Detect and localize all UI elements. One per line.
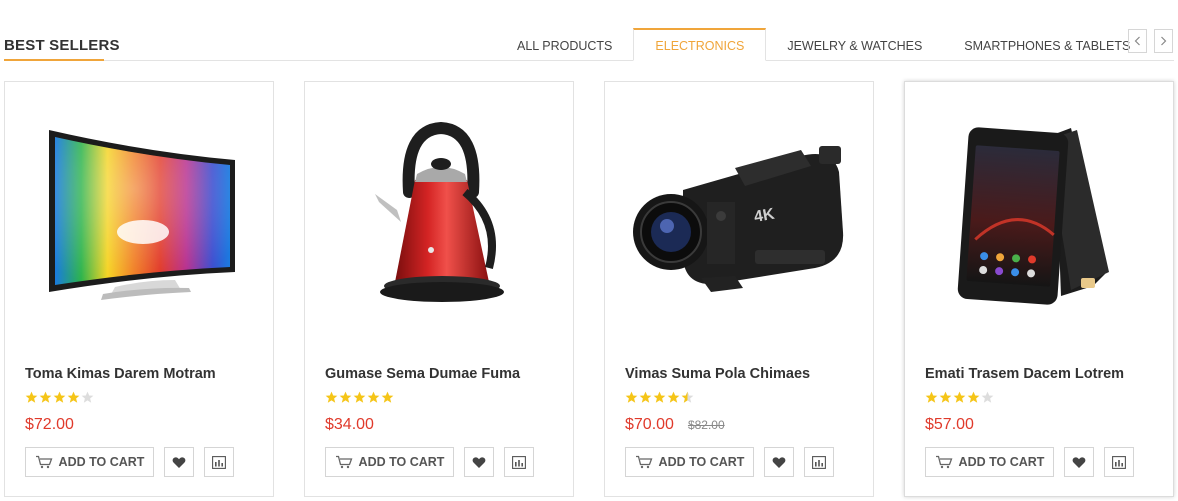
add-to-cart-label: ADD TO CART	[358, 455, 445, 469]
add-to-cart-label: ADD TO CART	[58, 455, 145, 469]
star-half-icon	[681, 391, 694, 403]
star-icon	[967, 391, 980, 403]
star-icon	[667, 391, 680, 403]
star-icon	[53, 391, 66, 403]
product-actions: ADD TO CART	[625, 447, 834, 477]
heart-icon	[1072, 456, 1086, 468]
star-icon	[339, 391, 352, 403]
star-icon	[25, 391, 38, 403]
prev-button[interactable]	[1128, 29, 1147, 53]
wishlist-button[interactable]	[464, 447, 494, 477]
star-icon	[353, 391, 366, 403]
category-tabs: ALL PRODUCTS ELECTRONICS JEWELRY & WATCH…	[496, 28, 1151, 61]
product-rating	[925, 391, 994, 404]
tab-jewelry-watches[interactable]: JEWELRY & WATCHES	[766, 28, 943, 61]
compare-button[interactable]	[804, 447, 834, 477]
star-icon	[381, 391, 394, 403]
star-empty-icon	[81, 391, 94, 403]
price-row: $70.00 $82.00	[625, 416, 725, 434]
star-icon	[625, 391, 638, 403]
product-card[interactable]: Toma Kimas Darem Motram $72.00 ADD TO CA…	[4, 81, 274, 497]
star-icon	[925, 391, 938, 403]
star-icon	[653, 391, 666, 403]
section-header: BEST SELLERS ALL PRODUCTS ELECTRONICS JE…	[0, 0, 1178, 62]
chevron-right-icon	[1161, 36, 1167, 46]
product-image-camcorder[interactable]: 4K	[605, 82, 873, 342]
product-image-kettle[interactable]	[305, 82, 573, 342]
price-row: $57.00	[925, 416, 974, 434]
heart-icon	[172, 456, 186, 468]
bar-chart-icon	[512, 455, 526, 469]
product-name[interactable]: Vimas Suma Pola Chimaes	[625, 366, 810, 382]
product-price: $72.00	[25, 416, 74, 433]
product-actions: ADD TO CART	[325, 447, 534, 477]
add-to-cart-label: ADD TO CART	[658, 455, 745, 469]
cart-icon	[35, 455, 52, 469]
product-card[interactable]: 4K Vimas Suma Pola Chimaes $70.00 $82.00…	[604, 81, 874, 497]
star-icon	[325, 391, 338, 403]
wishlist-button[interactable]	[1064, 447, 1094, 477]
next-button[interactable]	[1154, 29, 1173, 53]
product-name[interactable]: Gumase Sema Dumae Fuma	[325, 366, 520, 382]
star-icon	[639, 391, 652, 403]
product-rating	[325, 391, 394, 404]
price-row: $34.00	[325, 416, 374, 434]
tab-all-products[interactable]: ALL PRODUCTS	[496, 28, 633, 61]
compare-button[interactable]	[204, 447, 234, 477]
add-to-cart-button[interactable]: ADD TO CART	[625, 447, 754, 477]
cart-icon	[935, 455, 952, 469]
product-card[interactable]: Emati Trasem Dacem Lotrem $57.00 ADD TO …	[904, 81, 1174, 497]
star-icon	[39, 391, 52, 403]
add-to-cart-label: ADD TO CART	[958, 455, 1045, 469]
cart-icon	[635, 455, 652, 469]
product-card[interactable]: Gumase Sema Dumae Fuma $34.00 ADD TO CAR…	[304, 81, 574, 497]
compare-button[interactable]	[1104, 447, 1134, 477]
tab-electronics[interactable]: ELECTRONICS	[633, 28, 767, 61]
product-name[interactable]: Toma Kimas Darem Motram	[25, 366, 216, 382]
add-to-cart-button[interactable]: ADD TO CART	[25, 447, 154, 477]
compare-button[interactable]	[504, 447, 534, 477]
price-row: $72.00	[25, 416, 74, 434]
heart-icon	[472, 456, 486, 468]
star-icon	[367, 391, 380, 403]
wishlist-button[interactable]	[164, 447, 194, 477]
bar-chart-icon	[812, 455, 826, 469]
wishlist-button[interactable]	[764, 447, 794, 477]
product-price: $57.00	[925, 416, 974, 433]
product-image-tv[interactable]	[5, 82, 273, 342]
heart-icon	[772, 456, 786, 468]
product-old-price: $82.00	[687, 418, 725, 432]
product-price: $34.00	[325, 416, 374, 433]
title-underline	[4, 59, 104, 61]
bar-chart-icon	[212, 455, 226, 469]
product-image-smartphone[interactable]	[905, 82, 1173, 342]
product-rating	[625, 391, 694, 404]
add-to-cart-button[interactable]: ADD TO CART	[325, 447, 454, 477]
section-title: BEST SELLERS	[4, 37, 120, 54]
product-actions: ADD TO CART	[25, 447, 234, 477]
product-name[interactable]: Emati Trasem Dacem Lotrem	[925, 366, 1124, 382]
svg-text:4K: 4K	[753, 206, 777, 226]
product-actions: ADD TO CART	[925, 447, 1134, 477]
star-empty-icon	[981, 391, 994, 403]
add-to-cart-button[interactable]: ADD TO CART	[925, 447, 1054, 477]
chevron-left-icon	[1134, 36, 1140, 46]
star-icon	[939, 391, 952, 403]
star-icon	[67, 391, 80, 403]
cart-icon	[335, 455, 352, 469]
product-rating	[25, 391, 94, 404]
tab-smartphones-tablets[interactable]: SMARTPHONES & TABLETS	[943, 28, 1151, 61]
product-price: $70.00	[625, 416, 674, 433]
bar-chart-icon	[1112, 455, 1126, 469]
star-icon	[953, 391, 966, 403]
